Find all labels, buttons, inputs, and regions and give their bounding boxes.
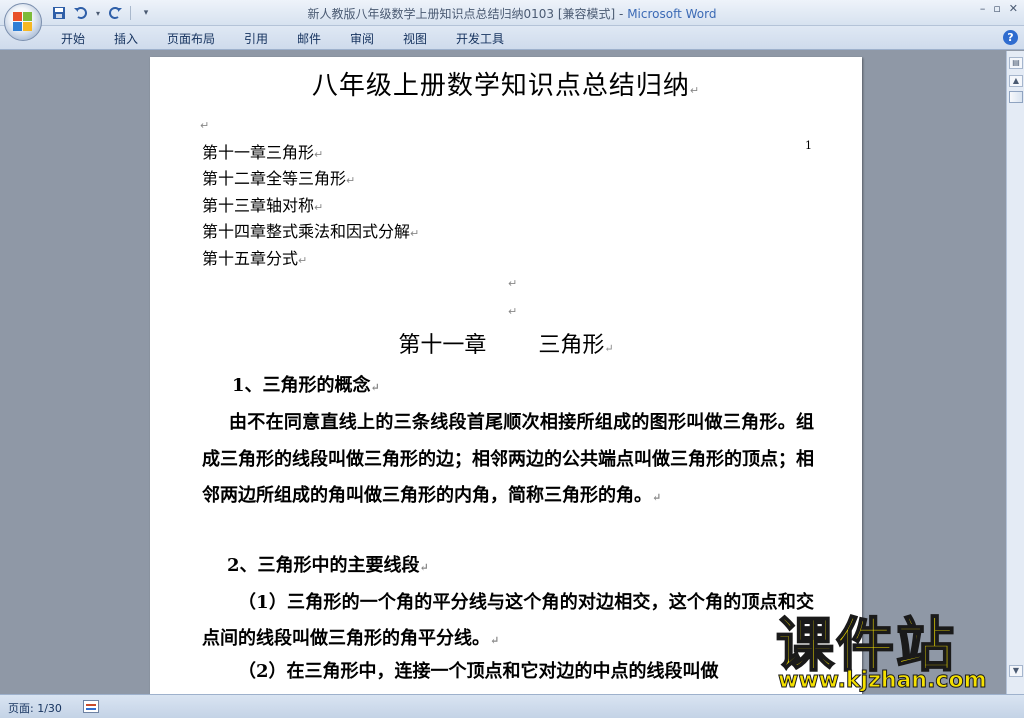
document-workspace: 八年级上册数学知识点总结归纳↵ ↵ 1 第十一章三角形↵ 第十二章全等三角形↵ … (0, 51, 1006, 694)
document-page[interactable]: 八年级上册数学知识点总结归纳↵ ↵ 1 第十一章三角形↵ 第十二章全等三角形↵ … (150, 57, 862, 694)
proofing-icon[interactable] (83, 700, 99, 713)
page-number: 1 (805, 139, 812, 152)
toc-item[interactable]: 第十四章整式乘法和因式分解↵ (202, 220, 419, 246)
minimize-button[interactable]: – (980, 2, 986, 15)
section-heading: 1、三角形的概念↵ (232, 375, 380, 396)
help-icon[interactable]: ? (1003, 30, 1018, 45)
toc-item[interactable]: 第十三章轴对称↵ (202, 194, 419, 220)
toc-item[interactable]: 第十一章三角形↵ (202, 141, 419, 167)
toc-item[interactable]: 第十二章全等三角形↵ (202, 167, 419, 193)
tab-review[interactable]: 审阅 (350, 30, 374, 47)
watermark-logo: 课件站 (775, 611, 957, 679)
window-title: 新人教版八年级数学上册知识点总结归纳0103 [兼容模式] - Microsof… (0, 5, 1024, 22)
section-paragraph: 由不在同意直线上的三条线段首尾顺次相接所组成的图形叫做三角形。组成三角形的线段叫… (202, 412, 814, 506)
document-name: 新人教版八年级数学上册知识点总结归纳0103 [兼容模式] - (307, 7, 628, 21)
status-bar: 页面: 1/30 (0, 694, 1024, 718)
tab-developer[interactable]: 开发工具 (456, 30, 504, 47)
section-paragraph: （1）三角形的一个角的平分线与这个角的对边相交，这个角的顶点和交点间的线段叫做三… (202, 592, 814, 649)
watermark-url: www.kjzhan.com (778, 668, 988, 694)
ruler-toggle-icon[interactable]: ▤ (1009, 57, 1023, 69)
toc-item[interactable]: 第十五章分式↵ (202, 247, 419, 273)
chapter-heading: 第十一章 三角形↵ (398, 333, 614, 358)
tab-insert[interactable]: 插入 (114, 30, 138, 47)
office-button[interactable] (4, 3, 42, 41)
ribbon-tabs: 开始 插入 页面布局 引用 邮件 审阅 视图 开发工具 ? (0, 26, 1024, 50)
paragraph-mark: ↵ (508, 277, 518, 290)
scroll-thumb[interactable] (1009, 91, 1023, 103)
restore-button[interactable]: ▫ (993, 2, 1000, 15)
tab-references[interactable]: 引用 (244, 30, 268, 47)
window-controls: – ▫ ✕ (980, 2, 1018, 15)
page-count[interactable]: 页面: 1/30 (8, 700, 62, 716)
section-paragraph: （2）在三角形中，连接一个顶点和它对边的中点的线段叫做 (238, 661, 719, 682)
scroll-down-icon[interactable]: ▼ (1009, 665, 1023, 677)
paragraph-mark: ↵ (200, 119, 210, 132)
vertical-scrollbar[interactable]: ▤ ▲ ▼ (1006, 51, 1024, 694)
paragraph-mark: ↵ (508, 305, 518, 318)
close-button[interactable]: ✕ (1009, 2, 1018, 15)
tab-home[interactable]: 开始 (61, 30, 85, 47)
tab-view[interactable]: 视图 (403, 30, 427, 47)
document-title: 八年级上册数学知识点总结归纳↵ (311, 71, 701, 101)
tab-mailings[interactable]: 邮件 (297, 30, 321, 47)
section-heading: 2、三角形中的主要线段↵ (227, 555, 429, 576)
tab-page-layout[interactable]: 页面布局 (167, 30, 215, 47)
office-logo-icon (13, 12, 33, 32)
title-bar: ▾ ▾ 新人教版八年级数学上册知识点总结归纳0103 [兼容模式] - Micr… (0, 0, 1024, 26)
table-of-contents: 第十一章三角形↵ 第十二章全等三角形↵ 第十三章轴对称↵ 第十四章整式乘法和因式… (202, 141, 419, 273)
scroll-up-icon[interactable]: ▲ (1009, 75, 1023, 87)
app-name: Microsoft Word (627, 7, 717, 21)
